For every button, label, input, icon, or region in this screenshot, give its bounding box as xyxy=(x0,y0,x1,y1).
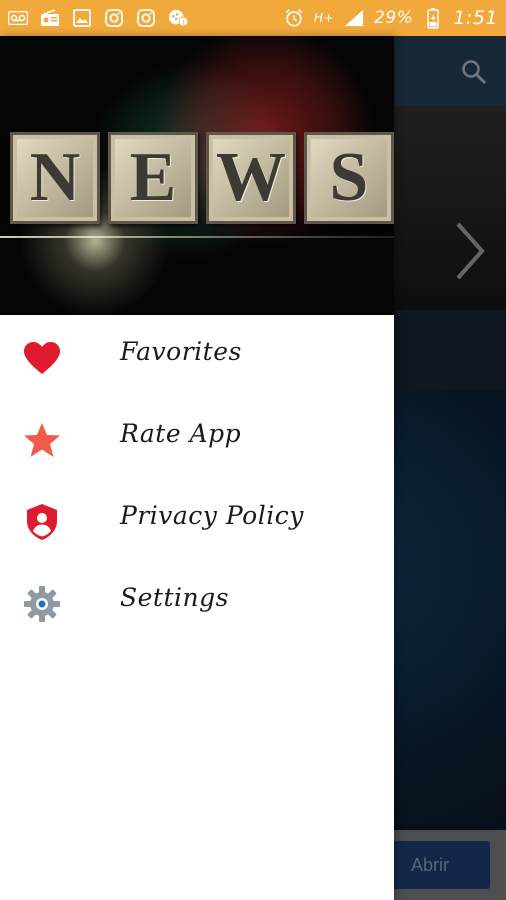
clock: 1:51 xyxy=(453,7,498,29)
menu-item-label: Privacy Policy xyxy=(120,501,304,530)
menu-item-settings[interactable]: Settings xyxy=(0,561,394,643)
menu-item-favorites[interactable]: Favorites xyxy=(0,315,394,397)
news-letter-tile: E xyxy=(108,132,198,224)
alarm-icon xyxy=(284,8,304,28)
news-letter-tile: S xyxy=(304,132,394,224)
menu-item-rate-app[interactable]: Rate App xyxy=(0,397,394,479)
network-type: H+ xyxy=(313,11,335,25)
notification-badge-icon: 1 xyxy=(168,8,188,28)
shield-user-icon xyxy=(22,502,62,542)
menu-item-label: Rate App xyxy=(120,419,242,448)
image-icon xyxy=(72,8,92,28)
news-letter-tile: N xyxy=(10,132,100,224)
menu-item-label: Favorites xyxy=(120,337,242,366)
menu-item-label: Settings xyxy=(120,583,229,612)
drawer-menu: Favorites Rate App Privacy Policy Settin… xyxy=(0,315,394,643)
instagram-icon xyxy=(136,8,156,28)
news-letter-tile: W xyxy=(206,132,296,224)
battery-charging-icon xyxy=(423,8,443,29)
header-light-streak xyxy=(0,236,394,238)
heart-icon xyxy=(22,338,62,378)
radio-icon xyxy=(40,8,60,28)
status-bar: 1 H+ 29% 1:51 xyxy=(0,0,506,36)
gear-icon xyxy=(22,584,62,624)
star-icon xyxy=(22,420,62,460)
svg-text:1: 1 xyxy=(182,19,186,26)
voicemail-icon xyxy=(8,8,28,28)
instagram-icon xyxy=(104,8,124,28)
signal-icon xyxy=(344,8,364,28)
menu-item-privacy-policy[interactable]: Privacy Policy xyxy=(0,479,394,561)
news-logo: N E W S xyxy=(10,132,394,224)
drawer-header-image: N E W S xyxy=(0,36,394,315)
battery-percent: 29% xyxy=(374,8,414,28)
navigation-drawer: N E W S Favorites Rate App Privacy Polic… xyxy=(0,36,394,900)
